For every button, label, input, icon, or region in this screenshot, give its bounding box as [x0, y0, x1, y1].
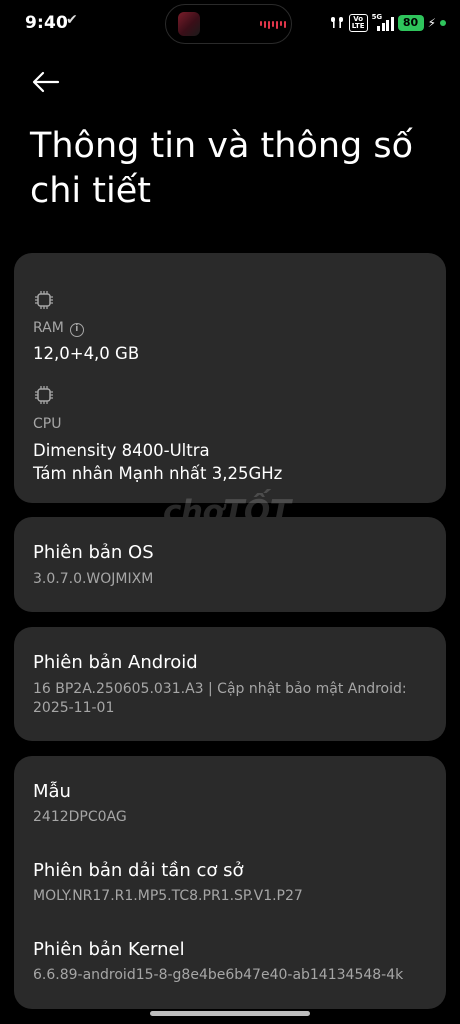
- cellular-signal-icon: 5G: [372, 13, 394, 31]
- privacy-indicator-dot-icon: [440, 20, 446, 26]
- charging-bolt-icon: ⚡: [427, 16, 436, 30]
- arrow-left-icon: [32, 71, 60, 93]
- earbuds-icon: [330, 17, 343, 28]
- home-indicator[interactable]: [150, 1011, 310, 1016]
- clock: 9:40: [25, 13, 69, 33]
- hardware-card: RAM i 12,0+4,0 GB CPU Dimensity 8400-Ultr…: [14, 253, 446, 503]
- baseband-value: MOLY.NR17.R1.MP5.TC8.PR1.SP.V1.P27: [33, 888, 303, 904]
- album-art-thumbnail: [178, 12, 200, 36]
- info-icon[interactable]: i: [69, 323, 84, 337]
- os-version-card[interactable]: Phiên bản OS 3.0.7.0.WOJMIXM: [14, 517, 446, 612]
- memory-chip-icon: [35, 291, 53, 309]
- ram-label-row: RAM i: [33, 320, 84, 337]
- kernel-value: 6.6.89-android15-8-g8e4be6b47e40-ab14134…: [33, 967, 404, 983]
- cpu-model: Dimensity 8400-Ultra: [33, 441, 210, 460]
- dynamic-island-media[interactable]: [165, 4, 292, 44]
- kernel-title: Phiên bản Kernel: [33, 939, 185, 960]
- page-title: Thông tin và thông số chi tiết: [30, 126, 414, 211]
- ram-label: RAM: [33, 320, 64, 336]
- os-version-title: Phiên bản OS: [33, 542, 154, 563]
- android-version-title: Phiên bản Android: [33, 652, 198, 673]
- model-title: Mẫu: [33, 781, 71, 802]
- os-version-value: 3.0.7.0.WOJMIXM: [33, 571, 154, 587]
- back-button[interactable]: [30, 66, 62, 98]
- battery-icon: 80: [397, 15, 424, 31]
- status-icons: Vo LTE 5G 80 ⚡: [329, 13, 446, 33]
- cpu-label: CPU: [33, 416, 62, 432]
- model-value: 2412DPC0AG: [33, 809, 127, 825]
- volte-icon: Vo LTE: [348, 14, 368, 32]
- checkmark-notification-icon: ✔: [66, 12, 78, 28]
- android-version-value: 16 BP2A.250605.031.A3 | Cập nhật bảo mật…: [33, 681, 407, 716]
- cpu-detail: Tám nhân Mạnh nhất 3,25GHz: [33, 464, 283, 483]
- android-version-card[interactable]: Phiên bản Android 16 BP2A.250605.031.A3 …: [14, 627, 446, 741]
- ram-value: 12,0+4,0 GB: [33, 344, 140, 363]
- cpu-chip-icon: [35, 386, 53, 404]
- device-info-card: Mẫu 2412DPC0AG Phiên bản dải tần cơ sở M…: [14, 756, 446, 1009]
- status-bar: 9:40 ✔ Vo LTE 5G 80 ⚡: [0, 0, 460, 48]
- audio-waveform-icon: [260, 21, 286, 29]
- baseband-title: Phiên bản dải tần cơ sở: [33, 860, 244, 881]
